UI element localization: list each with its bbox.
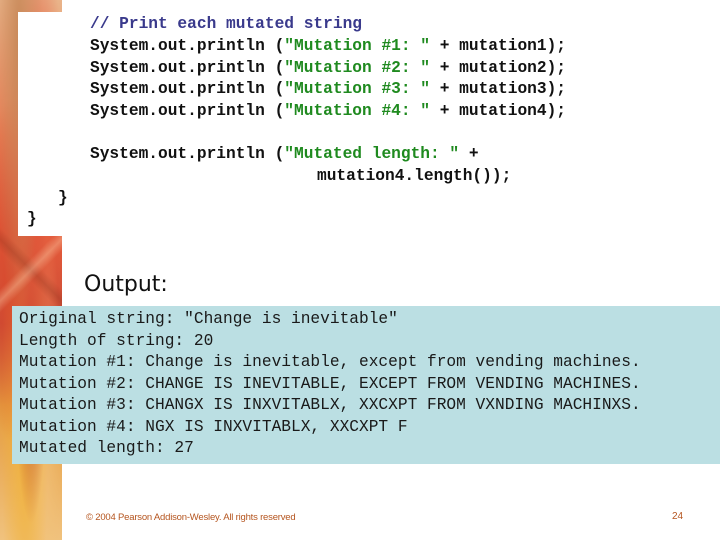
code-println-line-1: System.out.println ("Mutation #1: " + mu… bbox=[90, 36, 566, 58]
code-string-literal: "Mutation #3: " bbox=[284, 80, 431, 98]
code-length-continuation: mutation4.length()); bbox=[317, 167, 512, 185]
code-length-line: System.out.println ("Mutated length: " + bbox=[90, 144, 479, 166]
code-println-line-4: System.out.println ("Mutation #4: " + mu… bbox=[90, 101, 566, 123]
output-line: Mutated length: 27 bbox=[19, 439, 194, 457]
code-suffix: + mutation3); bbox=[430, 80, 567, 98]
code-call: System.out.println ( bbox=[90, 102, 285, 120]
output-line: Mutation #2: CHANGE IS INEVITABLE, EXCEP… bbox=[19, 375, 641, 393]
code-call: System.out.println ( bbox=[90, 59, 285, 77]
footer-copyright: © 2004 Pearson Addison-Wesley. All right… bbox=[86, 512, 296, 523]
code-string-literal: "Mutation #2: " bbox=[284, 59, 431, 77]
code-call: System.out.println ( bbox=[90, 145, 285, 163]
code-suffix: + mutation2); bbox=[430, 59, 567, 77]
output-heading: Output: bbox=[84, 272, 168, 297]
code-call: System.out.println ( bbox=[90, 80, 285, 98]
code-suffix: + bbox=[459, 145, 479, 163]
code-call: System.out.println ( bbox=[90, 37, 285, 55]
code-string-literal: "Mutation #4: " bbox=[284, 102, 431, 120]
code-println-line-2: System.out.println ("Mutation #2: " + mu… bbox=[90, 58, 566, 80]
output-line: Mutation #1: Change is inevitable, excep… bbox=[19, 353, 641, 371]
code-inner-brace: } bbox=[58, 189, 68, 207]
code-println-line-3: System.out.println ("Mutation #3: " + mu… bbox=[90, 79, 566, 101]
code-suffix: + mutation1); bbox=[430, 37, 567, 55]
output-line: Mutation #4: NGX IS INXVITABLX, XXCXPT F bbox=[19, 418, 408, 436]
code-suffix: + mutation4); bbox=[430, 102, 567, 120]
code-panel: // Print each mutated string System.out.… bbox=[18, 12, 720, 236]
output-console: Original string: "Change is inevitable" … bbox=[12, 306, 720, 464]
output-line: Mutation #3: CHANGX IS INXVITABLX, XXCXP… bbox=[19, 396, 641, 414]
code-string-literal: "Mutated length: " bbox=[284, 145, 460, 163]
code-string-literal: "Mutation #1: " bbox=[284, 37, 431, 55]
output-line: Length of string: 20 bbox=[19, 332, 214, 350]
slide-page-number: 24 bbox=[672, 511, 684, 522]
code-outer-brace: } bbox=[27, 210, 37, 228]
code-comment: // Print each mutated string bbox=[90, 15, 362, 33]
output-line: Original string: "Change is inevitable" bbox=[19, 310, 398, 328]
